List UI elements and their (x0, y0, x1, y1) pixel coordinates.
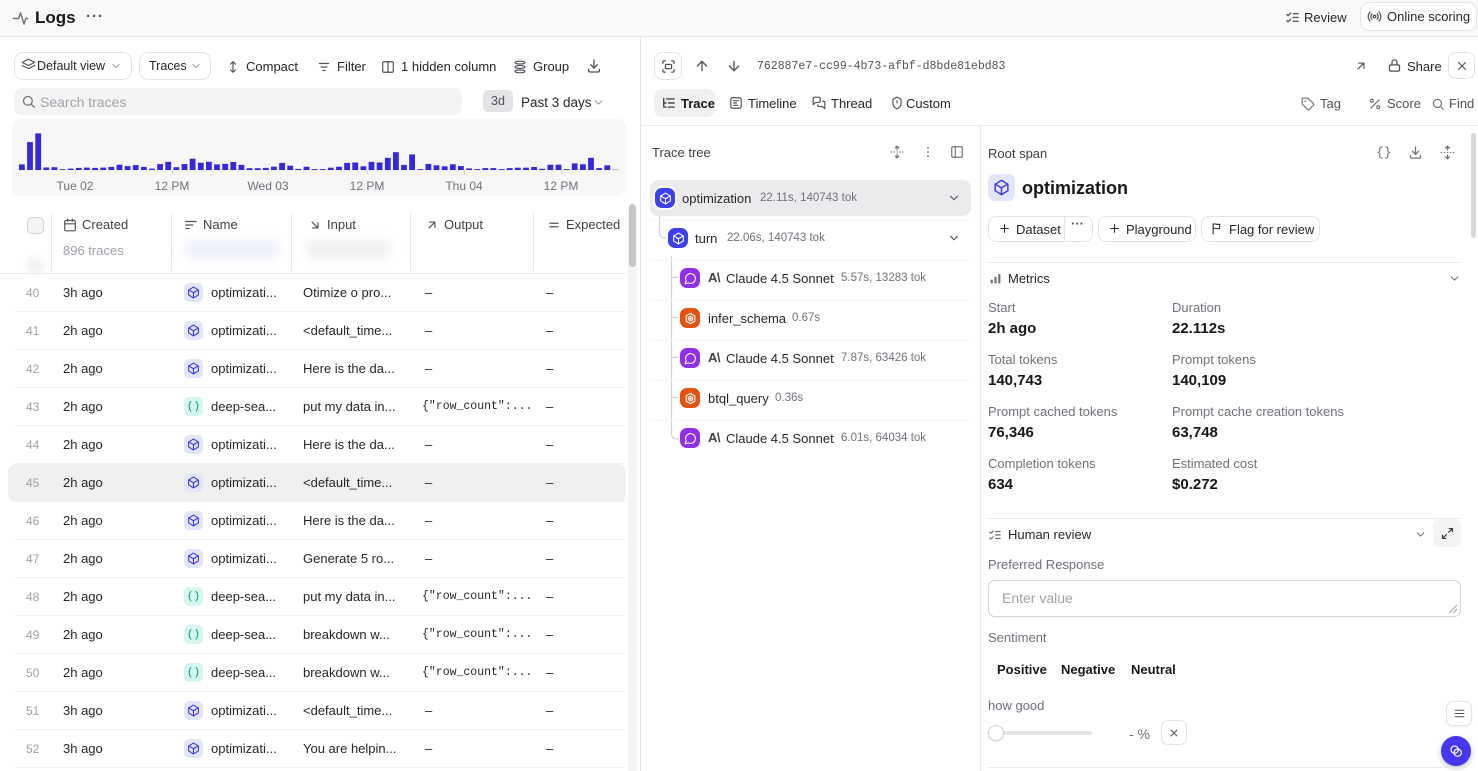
svg-text:Tue 02: Tue 02 (57, 179, 94, 193)
svg-text:12 PM: 12 PM (544, 179, 579, 193)
svg-text:Wed 03: Wed 03 (247, 179, 288, 193)
svg-text:12 PM: 12 PM (350, 179, 385, 193)
svg-text:Thu 04: Thu 04 (445, 179, 483, 193)
svg-text:12 PM: 12 PM (155, 179, 190, 193)
